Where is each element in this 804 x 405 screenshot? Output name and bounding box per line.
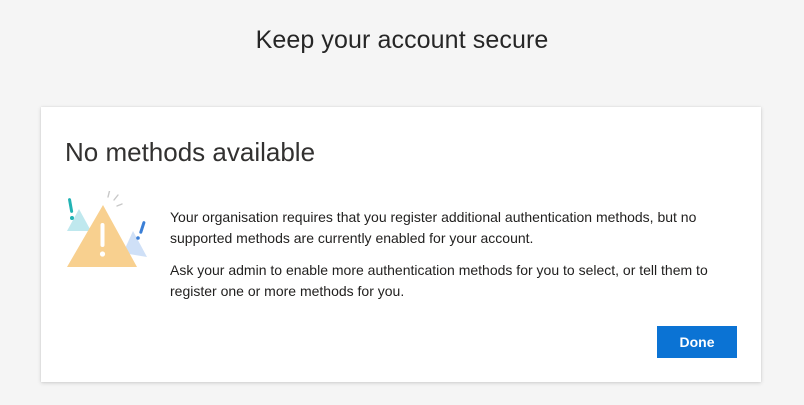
done-button[interactable]: Done	[657, 326, 737, 358]
message-body: Your organisation requires that you regi…	[170, 207, 740, 313]
methods-card: No methods available Your organisation r…	[41, 107, 761, 382]
warning-illustration-icon	[61, 190, 151, 271]
card-title: No methods available	[65, 137, 316, 167]
message-paragraph-requirement: Your organisation requires that you regi…	[170, 209, 697, 246]
page-title: Keep your account secure	[255, 26, 549, 54]
message-paragraph-instruction: Ask your admin to enable more authentica…	[170, 262, 708, 299]
